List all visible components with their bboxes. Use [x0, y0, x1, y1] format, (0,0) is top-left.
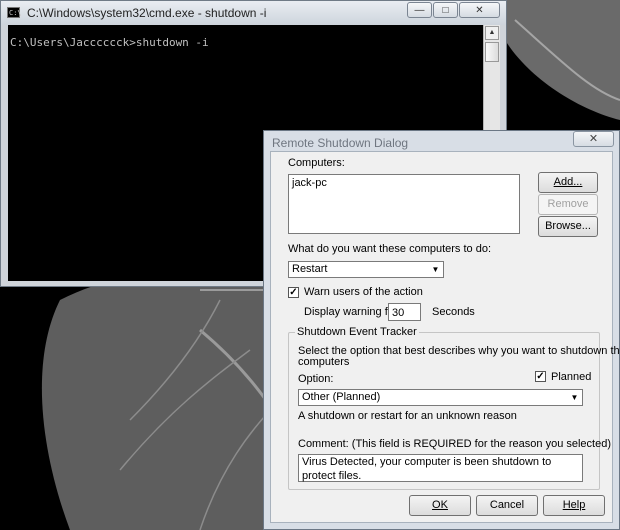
option-select[interactable]: Other (Planned) ▼: [298, 389, 583, 406]
chevron-down-icon: ▼: [570, 393, 579, 402]
warn-users-label: Warn users of the action: [304, 286, 423, 298]
tracker-legend: Shutdown Event Tracker: [295, 326, 419, 338]
display-warning-label: Display warning for: [304, 306, 398, 318]
checkmark-icon: ✓: [289, 287, 298, 298]
ok-button-label: OK: [432, 499, 448, 511]
minimize-icon: —: [414, 5, 425, 16]
close-icon: ✕: [475, 5, 484, 16]
help-button-label: Help: [562, 499, 586, 511]
dialog-close-button[interactable]: ✕: [573, 131, 614, 147]
ok-button[interactable]: OK: [409, 495, 471, 516]
warning-seconds-input[interactable]: 30: [388, 303, 421, 321]
remove-button: Remove: [538, 194, 598, 215]
comment-label: Comment: (This field is REQUIRED for the…: [298, 438, 612, 450]
tracker-description-line-2: computers: [298, 356, 350, 368]
checkmark-icon: ✓: [536, 371, 545, 382]
warn-users-checkbox[interactable]: ✓: [288, 287, 299, 298]
comment-textarea[interactable]: Virus Detected, your computer is been sh…: [298, 454, 583, 482]
cmd-title: C:\Windows\system32\cmd.exe - shutdown -…: [27, 6, 267, 20]
browse-button-label: Browse...: [545, 220, 591, 232]
computers-label: Computers:: [288, 157, 345, 169]
warning-seconds-value: 30: [392, 307, 405, 319]
comment-value: Virus Detected, your computer is been sh…: [302, 456, 552, 482]
add-button[interactable]: Add...: [538, 172, 598, 193]
cancel-button-label: Cancel: [489, 499, 525, 511]
minimize-button[interactable]: —: [407, 2, 432, 18]
scroll-thumb[interactable]: [485, 42, 499, 62]
console-prompt-line: C:\Users\Jacccccck>shutdown -i: [10, 36, 209, 49]
remote-shutdown-dialog: Remote Shutdown Dialog ✕ Computers: jack…: [263, 130, 620, 530]
computer-list-item[interactable]: jack-pc: [292, 177, 516, 189]
shutdown-event-tracker-group: Shutdown Event Tracker Select the option…: [288, 326, 620, 490]
option-description: A shutdown or restart for an unknown rea…: [298, 410, 517, 422]
maximize-icon: □: [442, 5, 449, 16]
add-button-label: Add...: [553, 176, 583, 188]
planned-checkbox[interactable]: ✓: [535, 371, 546, 382]
option-label: Option:: [298, 373, 334, 385]
remove-button-label: Remove: [547, 198, 589, 210]
close-icon: ✕: [588, 133, 599, 145]
option-select-value: Other (Planned): [302, 391, 381, 403]
scroll-up-arrow-icon[interactable]: ▲: [485, 26, 499, 40]
dialog-title: Remote Shutdown Dialog: [272, 136, 409, 150]
planned-label: Planned: [551, 371, 592, 383]
chevron-down-icon: ▼: [431, 265, 440, 274]
cancel-button[interactable]: Cancel: [476, 495, 538, 516]
seconds-label: Seconds: [432, 306, 475, 318]
dialog-titlebar[interactable]: Remote Shutdown Dialog ✕: [264, 131, 619, 151]
action-select[interactable]: Restart ▼: [288, 261, 444, 278]
browse-button[interactable]: Browse...: [538, 216, 598, 237]
dialog-client-area: Computers: jack-pc Add... Remove Browse.…: [270, 151, 620, 523]
close-button[interactable]: ✕: [459, 2, 500, 18]
action-label: What do you want these computers to do:: [288, 243, 492, 255]
cmd-caption-buttons: — □ ✕: [406, 2, 500, 18]
action-select-value: Restart: [292, 263, 328, 275]
help-button[interactable]: Help: [543, 495, 605, 516]
maximize-button[interactable]: □: [433, 2, 458, 18]
cmd-titlebar[interactable]: C:\ C:\Windows\system32\cmd.exe - shutdo…: [1, 1, 506, 25]
cmd-icon: C:\: [7, 7, 22, 18]
computers-listbox[interactable]: jack-pc: [288, 174, 520, 234]
